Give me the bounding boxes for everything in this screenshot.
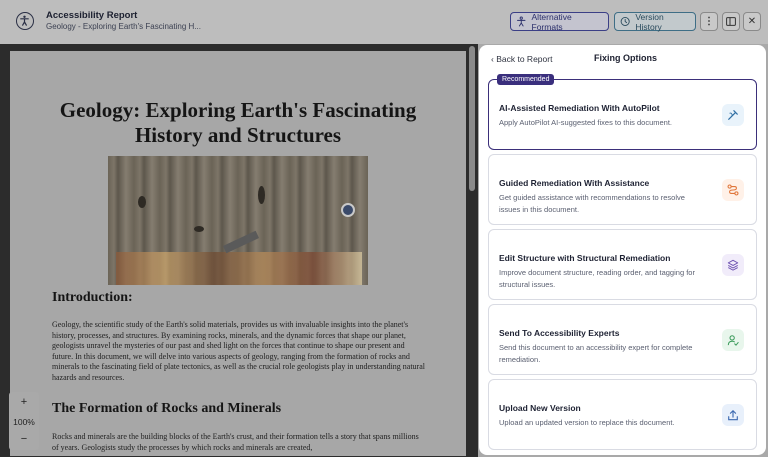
document-subtitle: Geology - Exploring Earth's Fascinating …: [46, 22, 201, 31]
document-title: Geology: Exploring Earth's Fascinating H…: [59, 98, 417, 147]
option-title: Upload New Version: [499, 403, 581, 413]
back-to-report-link[interactable]: ‹ Back to Report: [491, 54, 552, 64]
app-header: Accessibility Report Geology - Exploring…: [0, 0, 768, 44]
option-description: Improve document structure, reading orde…: [499, 268, 695, 289]
document-page: Geology: Exploring Earth's Fascinating H…: [10, 51, 466, 456]
accessibility-icon: [16, 12, 34, 30]
section-heading: The Formation of Rocks and Minerals: [52, 401, 282, 416]
option-send-to-experts[interactable]: Send To Accessibility Experts Send this …: [488, 304, 757, 375]
option-title: Send To Accessibility Experts: [499, 328, 620, 338]
accessibility-icon: [517, 16, 526, 27]
panel-layout-icon: [726, 17, 736, 26]
upload-icon: [722, 404, 744, 426]
option-upload-new-version[interactable]: Upload New Version Upload an updated ver…: [488, 379, 757, 450]
panel-title: Fixing Options: [594, 53, 657, 63]
more-options-button[interactable]: ⋮: [700, 12, 718, 31]
wand-icon: [722, 104, 744, 126]
document-viewer[interactable]: Geology: Exploring Earth's Fascinating H…: [0, 44, 478, 457]
route-icon: [722, 179, 744, 201]
chevron-left-icon: ‹: [491, 54, 494, 64]
option-description: Upload an updated version to replace thi…: [499, 418, 675, 427]
intro-heading: Introduction:: [52, 290, 133, 305]
toggle-panel-button[interactable]: [722, 12, 740, 31]
section-paragraph: Rocks and minerals are the building bloc…: [52, 432, 419, 452]
option-guided-remediation[interactable]: Guided Remediation With Assistance Get g…: [488, 154, 757, 225]
option-description: Send this document to an accessibility e…: [499, 343, 693, 364]
option-description: Get guided assistance with recommendatio…: [499, 193, 685, 214]
zoom-out-button[interactable]: −: [9, 433, 39, 445]
version-history-button[interactable]: Version History: [614, 11, 696, 32]
version-history-label: Version History: [635, 11, 664, 32]
back-label: Back to Report: [496, 54, 553, 64]
more-vertical-icon: ⋮: [704, 15, 714, 27]
alternative-formats-button[interactable]: Alternative Formats: [510, 11, 609, 32]
zoom-level: 100%: [13, 417, 35, 427]
option-title: AI-Assisted Remediation With AutoPilot: [499, 103, 660, 113]
history-icon: [620, 16, 630, 27]
option-ai-autopilot[interactable]: Recommended AI-Assisted Remediation With…: [488, 74, 757, 150]
zoom-control: + 100% −: [9, 392, 39, 450]
option-title: Guided Remediation With Assistance: [499, 178, 650, 188]
zoom-in-button[interactable]: +: [9, 396, 39, 408]
fixing-options-panel: ‹ Back to Report Fixing Options Recommen…: [479, 45, 766, 455]
option-structural-remediation[interactable]: Edit Structure with Structural Remediati…: [488, 229, 757, 300]
report-title: Accessibility Report: [46, 10, 138, 21]
geology-tools-image: [108, 156, 368, 285]
layers-icon: [722, 254, 744, 276]
expert-user-icon: [722, 329, 744, 351]
close-button[interactable]: ✕: [743, 12, 761, 31]
alternative-formats-label: Alternative Formats: [531, 11, 572, 32]
close-icon: ✕: [747, 16, 757, 27]
option-description: Apply AutoPilot AI-suggested fixes to th…: [499, 118, 673, 127]
recommended-badge: Recommended: [497, 74, 555, 85]
intro-paragraph: Geology, the scientific study of the Ear…: [52, 320, 425, 382]
document-scrollbar[interactable]: [469, 46, 475, 191]
option-title: Edit Structure with Structural Remediati…: [499, 253, 671, 263]
